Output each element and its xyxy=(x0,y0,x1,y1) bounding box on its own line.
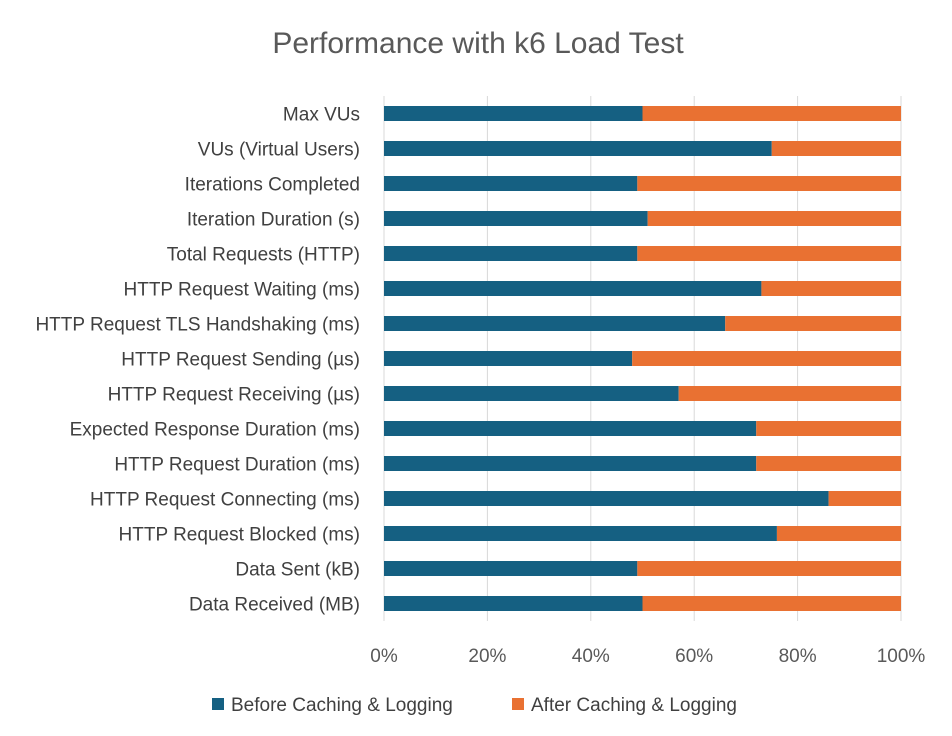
bars xyxy=(384,106,901,611)
bar-segment-series-1 xyxy=(384,386,679,401)
chart-container: Performance with k6 Load Test Max VUs VUs… xyxy=(0,0,952,736)
category-label: HTTP Request TLS Handshaking (ms) xyxy=(35,315,360,336)
bar-segment-series-2 xyxy=(642,596,901,611)
bar-segment-series-1 xyxy=(384,141,772,156)
chart-svg: Performance with k6 Load Test Max VUs VUs… xyxy=(35,27,925,716)
x-tick-label: 80% xyxy=(779,646,817,667)
category-label: Iteration Duration (s) xyxy=(187,210,360,231)
chart-title: Performance with k6 Load Test xyxy=(272,27,684,60)
category-label: HTTP Request Duration (ms) xyxy=(114,455,360,476)
legend-label: After Caching & Logging xyxy=(531,695,737,716)
category-label: Max VUs xyxy=(283,105,360,126)
bar-segment-series-1 xyxy=(384,246,638,261)
bar-segment-series-2 xyxy=(776,526,901,541)
x-tick-label: 20% xyxy=(468,646,506,667)
bar-segment-series-1 xyxy=(384,176,638,191)
category-label: HTTP Request Receiving (µs) xyxy=(108,385,360,406)
x-tick-labels: 0% 20% 40% 60% 80% 100% xyxy=(370,646,925,667)
bar-segment-series-2 xyxy=(678,386,901,401)
x-tick-label: 0% xyxy=(370,646,398,667)
bar-segment-series-1 xyxy=(384,561,638,576)
bar-segment-series-1 xyxy=(384,491,829,506)
bar-segment-series-2 xyxy=(632,351,901,366)
bar-segment-series-2 xyxy=(771,141,901,156)
x-tick-label: 100% xyxy=(877,646,926,667)
legend-label: Before Caching & Logging xyxy=(231,695,453,716)
category-label: VUs (Virtual Users) xyxy=(198,140,360,161)
bar-segment-series-2 xyxy=(637,246,901,261)
bar-segment-series-2 xyxy=(647,211,901,226)
category-label: Expected Response Duration (ms) xyxy=(70,420,360,441)
bar-segment-series-2 xyxy=(637,176,901,191)
bar-segment-series-1 xyxy=(384,281,762,296)
bar-segment-series-1 xyxy=(384,316,726,331)
bar-segment-series-2 xyxy=(642,106,901,121)
bar-segment-series-2 xyxy=(725,316,901,331)
legend-swatch xyxy=(512,698,524,710)
category-label: Data Received (MB) xyxy=(189,595,360,616)
bar-segment-series-2 xyxy=(761,281,901,296)
bar-segment-series-1 xyxy=(384,421,757,436)
bar-segment-series-1 xyxy=(384,351,633,366)
bar-segment-series-2 xyxy=(828,491,901,506)
legend: Before Caching & Logging After Caching & … xyxy=(212,695,737,716)
bar-segment-series-1 xyxy=(384,526,777,541)
x-tick-label: 40% xyxy=(572,646,610,667)
category-label: HTTP Request Connecting (ms) xyxy=(90,490,360,511)
category-label: Data Sent (kB) xyxy=(235,560,360,581)
bar-segment-series-2 xyxy=(756,456,901,471)
bar-segment-series-2 xyxy=(756,421,901,436)
category-label: HTTP Request Sending (µs) xyxy=(121,350,360,371)
bar-segment-series-1 xyxy=(384,596,643,611)
category-label: Iterations Completed xyxy=(185,175,360,196)
category-label: HTTP Request Blocked (ms) xyxy=(119,525,360,546)
bar-segment-series-1 xyxy=(384,211,648,226)
category-label: Total Requests (HTTP) xyxy=(167,245,360,266)
bar-segment-series-2 xyxy=(637,561,901,576)
x-tick-label: 60% xyxy=(675,646,713,667)
bar-segment-series-1 xyxy=(384,106,643,121)
category-labels: Max VUs VUs (Virtual Users) Iterations Com… xyxy=(35,105,360,616)
category-label: HTTP Request Waiting (ms) xyxy=(124,280,361,301)
bar-segment-series-1 xyxy=(384,456,757,471)
legend-swatch xyxy=(212,698,224,710)
